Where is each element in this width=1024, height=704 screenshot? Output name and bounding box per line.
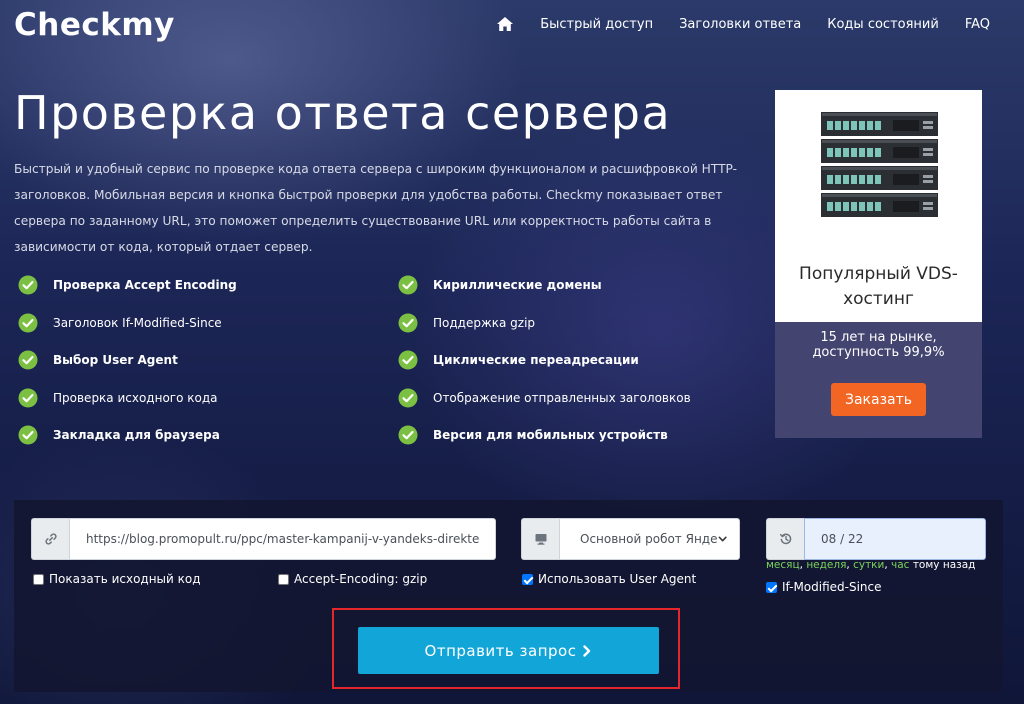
url-addon [31,518,69,560]
feature-label: Версия для мобильных устройств [433,428,668,442]
period-hint: месяц, неделя, сутки, час тому назад [766,559,975,571]
feature-item: Циклические переадресации [398,347,738,373]
history-icon [779,533,791,545]
ad-title-line: хостинг [843,289,914,309]
user-agent-checkbox[interactable] [522,573,533,585]
ad-subtitle-line: 15 лет на рынке, [820,330,937,345]
feature-label: Заголовок If-Modified-Since [53,315,222,330]
period-separator: , [884,559,888,571]
nav-link-response-headers[interactable]: Заголовки ответа [679,17,801,32]
monitor-icon [535,534,546,545]
period-suffix: тому назад [912,559,976,571]
period-separator: , [799,559,803,571]
period-week-link[interactable]: неделя [806,559,846,571]
gzip-checkbox[interactable] [278,573,289,585]
hero-description: Быстрый и удобный сервис по проверке код… [14,162,737,254]
feature-item: Заголовок If-Modified-Since [18,310,398,336]
check-form: Основной робот Яндекса Показать исходный… [14,500,1003,692]
home-icon[interactable] [496,16,514,32]
feature-label: Поддержка gzip [433,315,536,330]
date-addon [766,518,804,560]
feature-item: Закладка для браузера [18,422,398,448]
page-title: Проверка ответа сервера [14,86,672,140]
feature-item: Проверка исходного кода [18,385,398,411]
link-icon [44,533,57,545]
chevron-down-icon [718,536,727,542]
ad-image-area: Популярный VDS- хостинг [775,90,982,322]
send-request-button[interactable]: Отправить запрос [358,627,659,674]
check-circle-icon [18,388,38,407]
feature-label: Циклические переадресации [433,353,639,367]
user-agent-select-value: Основной робот Яндекса [580,532,718,546]
gzip-checkbox-row[interactable]: Accept-Encoding: gzip [278,572,427,586]
if-modified-since-checkbox[interactable] [766,581,777,593]
date-input[interactable] [804,518,986,560]
feature-label: Проверка Accept Encoding [53,278,237,292]
nav-link-quick-access[interactable]: Быстрый доступ [540,17,653,32]
feature-label: Проверка исходного кода [53,390,218,405]
agent-addon [521,518,559,560]
feature-item: Версия для мобильных устройств [398,422,738,448]
feature-label: Выбор User Agent [53,353,178,367]
feature-item: Поддержка gzip [398,310,738,336]
check-circle-icon [398,313,418,332]
check-circle-icon [398,425,418,445]
feature-item: Проверка Accept Encoding [18,272,398,298]
ad-title: Популярный VDS- хостинг [775,262,982,312]
check-circle-icon [18,425,38,445]
site-logo[interactable]: Checkmy [14,7,175,43]
feature-label: Закладка для браузера [53,428,220,442]
feature-item: Кириллические домены [398,272,738,298]
gzip-label: Accept-Encoding: gzip [294,572,428,586]
user-agent-checkbox-row[interactable]: Использовать User Agent [522,572,696,586]
if-modified-since-label: If-Modified-Since [782,580,882,594]
server-rack-icon [821,112,938,217]
nav-link-status-codes[interactable]: Коды состояний [827,17,939,32]
date-input-group [766,518,986,560]
check-circle-icon [18,313,38,332]
check-circle-icon [398,388,418,407]
nav-link-faq[interactable]: FAQ [965,17,990,32]
feature-item: Отображение отправленных заголовков [398,385,738,411]
feature-item: Выбор User Agent [18,347,398,373]
ad-subtitle-line: доступность 99,9% [812,345,945,360]
main-nav: Быстрый доступ Заголовки ответа Коды сос… [496,16,990,32]
user-agent-label: Использовать User Agent [538,572,697,586]
ad-title-line: Популярный VDS- [799,264,958,284]
feature-list: Проверка Accept Encoding Заголовок If-Mo… [18,272,738,460]
show-source-checkbox-row[interactable]: Показать исходный код [33,572,201,586]
send-request-label: Отправить запрос [424,641,577,660]
url-input[interactable] [69,518,496,560]
period-hour-link[interactable]: час [891,559,909,571]
agent-select-group: Основной робот Яндекса [521,518,740,560]
show-source-checkbox[interactable] [33,573,44,585]
period-month-link[interactable]: месяц [766,559,800,571]
chevron-right-icon [583,644,591,657]
feature-label: Кириллические домены [433,278,602,292]
order-button[interactable]: Заказать [831,383,926,416]
user-agent-select[interactable]: Основной робот Яндекса [559,518,740,560]
period-day-link[interactable]: сутки [853,559,884,571]
url-input-group [31,518,496,560]
vds-ad-card[interactable]: Популярный VDS- хостинг 15 лет на рынке,… [775,90,982,438]
check-circle-icon [18,275,38,295]
period-separator: , [846,559,850,571]
feature-label: Отображение отправленных заголовков [433,390,691,405]
check-circle-icon [18,350,38,370]
show-source-label: Показать исходный код [49,572,201,586]
check-circle-icon [398,350,418,370]
ad-info-panel: 15 лет на рынке, доступность 99,9% Заказ… [775,322,982,438]
ad-subtitle: 15 лет на рынке, доступность 99,9% [775,330,982,360]
check-circle-icon [398,275,418,295]
if-modified-since-checkbox-row[interactable]: If-Modified-Since [766,580,882,594]
